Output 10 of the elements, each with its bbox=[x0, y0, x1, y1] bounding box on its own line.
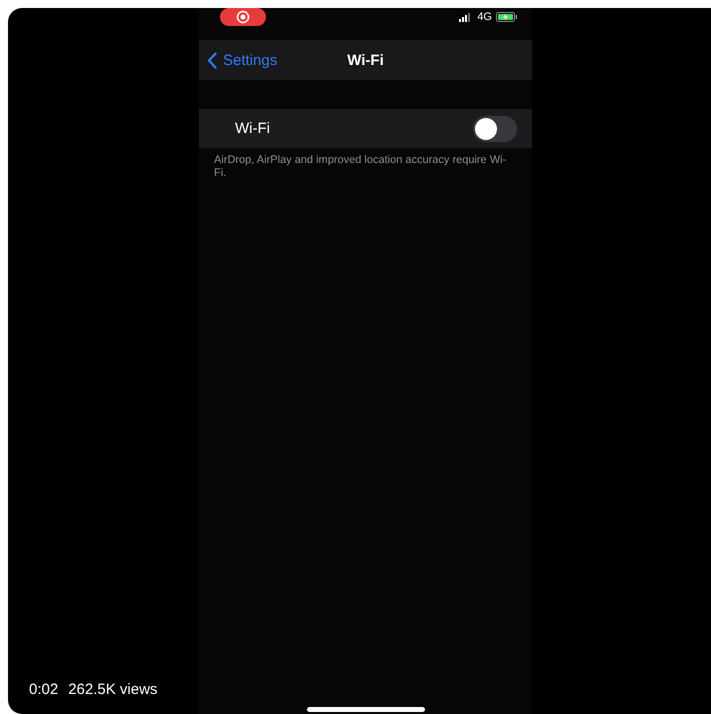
view-count: 262.5K views bbox=[68, 681, 158, 698]
chevron-left-icon bbox=[207, 52, 217, 68]
toggle-switch[interactable] bbox=[473, 116, 517, 142]
setting-label: Wi-Fi bbox=[235, 120, 270, 137]
network-label: 4G bbox=[477, 11, 492, 23]
back-button[interactable]: Settings bbox=[199, 52, 278, 68]
video-time: 0:02 bbox=[29, 681, 58, 698]
footer-note: AirDrop, AirPlay and improved location accuracy require Wi-Fi. bbox=[213, 154, 508, 180]
screen-title: Wi-Fi bbox=[347, 52, 384, 68]
recording-indicator[interactable] bbox=[220, 8, 266, 26]
